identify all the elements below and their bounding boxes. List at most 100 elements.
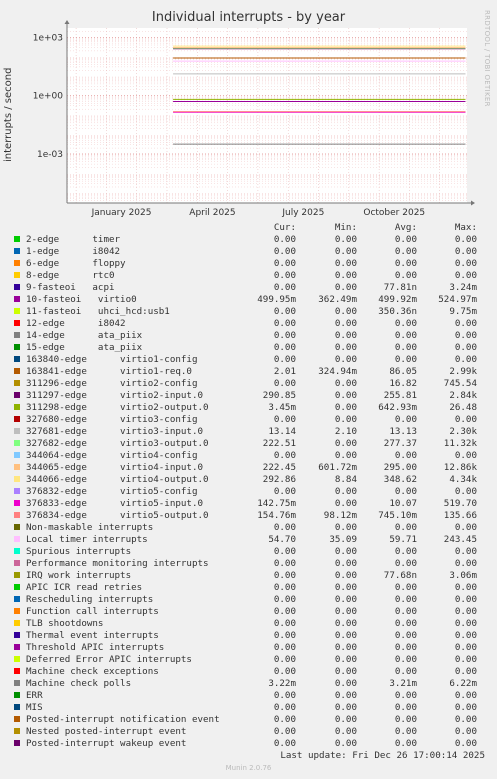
legend-max-value: 0.00 <box>454 666 477 677</box>
legend-label: Deferred Error APIC interrupts <box>26 654 192 665</box>
x-axis-arrow <box>471 200 475 206</box>
legend-swatch <box>14 416 20 422</box>
legend-avg-value: 77.81n <box>383 282 417 293</box>
legend-row: 311298-edge virtio2-output.0 3.45m 0.00 642… <box>0 402 497 414</box>
legend-label: IRQ work interrupts <box>26 570 132 581</box>
legend-label: 327680-edge virtio3-config <box>26 414 198 425</box>
legend-swatch <box>14 524 20 530</box>
legend-avg-value: 0.00 <box>394 594 417 605</box>
legend-max-value: 4.34k <box>449 474 477 485</box>
legend-row: 344065-edge virtio4-input.0 222.45 601.72m… <box>0 462 497 474</box>
legend-max-value: 0.00 <box>454 726 477 737</box>
legend-swatch <box>14 320 20 326</box>
legend-cur-value: 0.00 <box>273 342 296 353</box>
legend-cur-value: 54.70 <box>268 534 296 545</box>
legend-cur-value: 13.14 <box>268 426 296 437</box>
legend-max-value: 0.00 <box>454 330 477 341</box>
legend-label: 14-edge ata_piix <box>26 330 143 341</box>
legend-cur-value: 0.00 <box>273 702 296 713</box>
x-tick-label: April 2025 <box>189 208 235 218</box>
legend-min-value: 601.72m <box>318 462 357 473</box>
legend-cur-value: 0.00 <box>273 714 296 725</box>
legend-row: 376832-edge virtio5-config 0.00 0.00 0.00 0.… <box>0 486 497 498</box>
legend-label: 10-fasteoi virtio0 <box>26 294 137 305</box>
legend-cur-value: 0.00 <box>273 582 296 593</box>
legend-min-value: 0.00 <box>334 726 357 737</box>
legend-swatch <box>14 332 20 338</box>
legend-avg-value: 0.00 <box>394 354 417 365</box>
legend-label: Performance monitoring interrupts <box>26 558 209 569</box>
legend-label: 6-edge floppy <box>26 258 126 269</box>
legend-swatch <box>14 596 20 602</box>
legend-row: 311296-edge virtio2-config 0.00 0.00 16.82 7… <box>0 378 497 390</box>
legend-avg-value: 0.00 <box>394 666 417 677</box>
legend-cur-value: 0.00 <box>273 522 296 533</box>
legend-min-value: 0.00 <box>334 342 357 353</box>
legend-row: Posted-interrupt wakeup event 0.00 0.00 0.0… <box>0 738 497 750</box>
legend-avg-value: 255.81 <box>383 390 417 401</box>
legend-avg-value: 0.00 <box>394 642 417 653</box>
legend-max-value: 745.54 <box>443 378 477 389</box>
legend-swatch <box>14 644 20 650</box>
legend-avg-value: 0.00 <box>394 486 417 497</box>
legend-min-value: 0.00 <box>334 378 357 389</box>
legend-swatch <box>14 404 20 410</box>
legend-avg-value: 86.05 <box>389 366 417 377</box>
legend-cur-value: 0.00 <box>273 666 296 677</box>
legend-row: 9-fasteoi acpi 0.00 0.00 77.81n 3.24m <box>0 282 497 294</box>
legend-min-value: 0.00 <box>334 522 357 533</box>
legend-max-value: 2.99k <box>449 366 477 377</box>
legend-min-value: 0.00 <box>334 714 357 725</box>
interrupts-chart: 1e+03 1e+00 1e-03 January 2025 April 2025 Jul… <box>33 20 475 218</box>
legend-min-value: 0.00 <box>334 702 357 713</box>
legend-avg-value: 0.00 <box>394 558 417 569</box>
legend-min-value: 0.00 <box>334 306 357 317</box>
legend-cur-value: 0.00 <box>273 630 296 641</box>
legend-max-value: 0.00 <box>454 582 477 593</box>
legend-label: Machine check polls <box>26 678 132 689</box>
legend-cur-value: 0.00 <box>273 330 296 341</box>
legend-avg-value: 0.00 <box>394 714 417 725</box>
legend-cur-value: 0.00 <box>273 618 296 629</box>
legend-min-value: 0.00 <box>334 438 357 449</box>
legend-min-value: 0.00 <box>334 618 357 629</box>
legend-label: Rescheduling interrupts <box>26 594 154 605</box>
legend-label: 15-edge ata_piix <box>26 342 143 353</box>
legend-avg-value: 0.00 <box>394 606 417 617</box>
legend-row: 12-edge i8042 0.00 0.00 0.00 0.00 <box>0 318 497 330</box>
legend-row: Machine check exceptions 0.00 0.00 0.00 0.00 <box>0 666 497 678</box>
legend-label: Nested posted-interrupt event <box>26 726 187 737</box>
legend-max-value: 519.70 <box>443 498 477 509</box>
legend-max-value: 0.00 <box>454 270 477 281</box>
legend-label: Spurious interrupts <box>26 546 132 557</box>
legend-row: 327680-edge virtio3-config 0.00 0.00 0.00 0.… <box>0 414 497 426</box>
legend-cur-value: 0.00 <box>273 642 296 653</box>
legend-max-value: 0.00 <box>454 450 477 461</box>
legend-min-value: 0.00 <box>334 570 357 581</box>
legend-row: MIS 0.00 0.00 0.00 0.00 <box>0 702 497 714</box>
legend-max-value: 135.66 <box>443 510 477 521</box>
last-update: Last update: Fri Dec 26 17:00:14 2025 <box>280 750 485 761</box>
legend-cur-value: 3.22m <box>268 678 296 689</box>
legend-min-value: 0.00 <box>334 402 357 413</box>
legend-max-value: 3.06m <box>449 570 477 581</box>
legend-min-value: 0.00 <box>334 486 357 497</box>
legend-avg-value: 0.00 <box>394 270 417 281</box>
legend-cur-value: 222.45 <box>262 462 296 473</box>
legend-row: TLB shootdowns 0.00 0.00 0.00 0.00 <box>0 618 497 630</box>
legend-label: 344066-edge virtio4-output.0 <box>26 474 209 485</box>
legend-min-value: 0.00 <box>334 594 357 605</box>
legend-cur-value: 0.00 <box>273 486 296 497</box>
x-tick-label: January 2025 <box>91 208 152 218</box>
legend-avg-value: 499.92m <box>378 294 417 305</box>
legend-avg-value: 0.00 <box>394 342 417 353</box>
x-tick-label: July 2025 <box>281 208 324 218</box>
legend-max-value: 0.00 <box>454 738 477 749</box>
legend-cur-value: 0.00 <box>273 606 296 617</box>
legend-swatch <box>14 704 20 710</box>
legend-min-value: 0.00 <box>334 558 357 569</box>
legend-cur-value: 0.00 <box>273 570 296 581</box>
x-tick-label: October 2025 <box>363 208 425 218</box>
legend-max-value: 243.45 <box>443 534 477 545</box>
legend-min-value: 0.00 <box>334 318 357 329</box>
